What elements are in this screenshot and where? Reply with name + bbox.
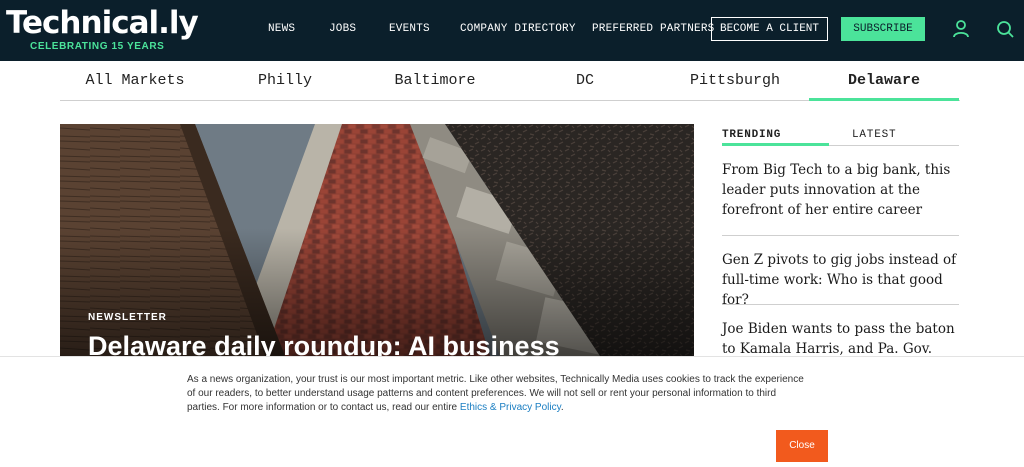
cookie-message: As a news organization, your trust is ou… — [187, 373, 807, 415]
market-tab-baltimore[interactable]: Baltimore — [360, 61, 510, 101]
hero-kicker[interactable]: NEWSLETTER — [88, 312, 167, 323]
nav-news[interactable]: NEWS — [268, 0, 295, 61]
search-icon[interactable] — [996, 19, 1014, 39]
markets-nav: All Markets Philly Baltimore DC Pittsbur… — [60, 61, 960, 101]
user-icon[interactable] — [952, 19, 970, 39]
trending-story-1[interactable]: From Big Tech to a big bank, this leader… — [722, 160, 959, 220]
cookie-message-end: . — [560, 402, 564, 413]
story-divider — [722, 304, 959, 305]
nav-jobs[interactable]: JOBS — [329, 0, 356, 61]
hero-title[interactable]: Delaware daily roundup: AI business — [88, 331, 560, 356]
sidebar-tabs: TRENDING LATEST — [722, 124, 959, 146]
market-tab-dc[interactable]: DC — [510, 61, 660, 101]
subscribe-button[interactable]: SUBSCRIBE — [841, 17, 925, 41]
tab-latest[interactable]: LATEST — [852, 124, 896, 146]
site-header: Technical.ly CELEBRATING 15 YEARS NEWS J… — [0, 0, 1024, 61]
become-client-button[interactable]: BECOME A CLIENT — [711, 17, 828, 41]
privacy-policy-link[interactable]: Ethics & Privacy Policy — [460, 402, 561, 413]
hero-story[interactable]: NEWSLETTER Delaware daily roundup: AI bu… — [60, 124, 694, 356]
close-button[interactable]: Close — [776, 430, 828, 462]
logo-tagline: CELEBRATING 15 YEARS — [30, 41, 165, 52]
site-logo[interactable]: Technical.ly CELEBRATING 15 YEARS — [6, 4, 199, 56]
market-tab-all[interactable]: All Markets — [60, 61, 210, 101]
nav-events[interactable]: EVENTS — [389, 0, 430, 61]
nav-company-directory[interactable]: COMPANY DIRECTORY — [460, 0, 576, 61]
story-divider — [722, 235, 959, 236]
logo-wordmark: Technical.ly — [6, 5, 199, 41]
cookie-banner: As a news organization, your trust is ou… — [0, 356, 1024, 467]
market-tab-pittsburgh[interactable]: Pittsburgh — [660, 61, 810, 101]
tab-trending[interactable]: TRENDING — [722, 124, 829, 146]
nav-preferred-partners[interactable]: PREFERRED PARTNERS — [592, 0, 714, 61]
trending-story-2[interactable]: Gen Z pivots to gig jobs instead of full… — [722, 250, 959, 310]
market-tab-philly[interactable]: Philly — [210, 61, 360, 101]
market-tab-delaware[interactable]: Delaware — [809, 61, 959, 101]
